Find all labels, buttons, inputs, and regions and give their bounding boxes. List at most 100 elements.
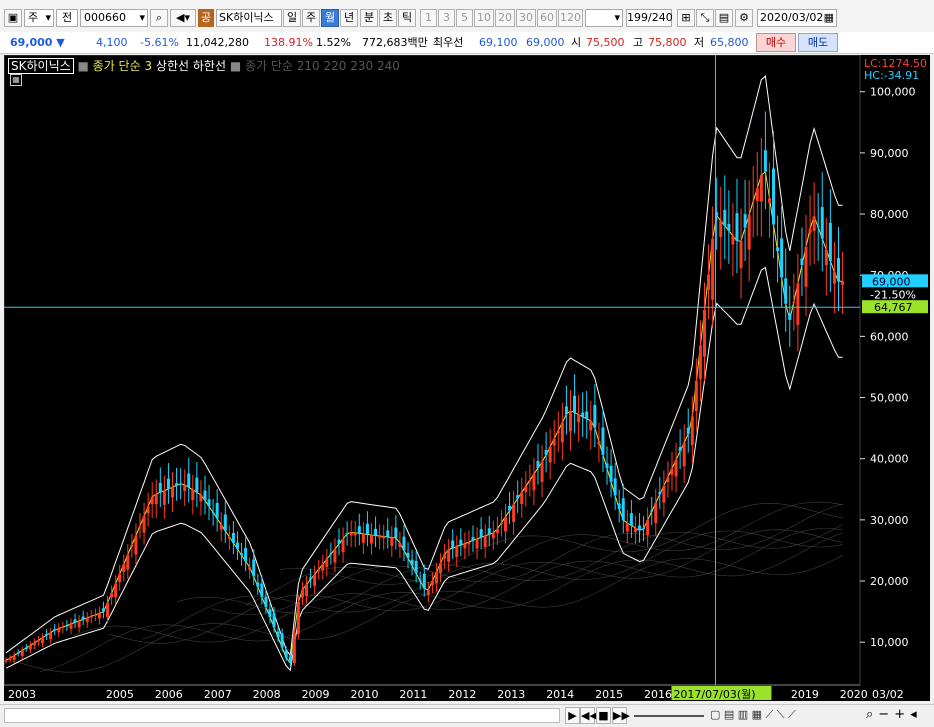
candle-body (122, 564, 126, 573)
zoom-slider[interactable] (634, 715, 704, 717)
sell-button[interactable]: 매도 (798, 33, 838, 52)
stop-icon[interactable]: ■ (596, 707, 611, 724)
candle-body (280, 633, 284, 648)
x-tick-label: 2020 (840, 688, 868, 701)
date-input[interactable]: 2020/03/02 ▦ (757, 9, 837, 27)
legend-lower: 하한선 (192, 59, 226, 73)
market-select[interactable]: 주 ▾ (24, 9, 54, 27)
interval-60-button[interactable]: 60 (537, 9, 557, 27)
chevron-down-icon: ▾ (139, 11, 145, 24)
candle-body (812, 216, 816, 232)
interval-3-button[interactable]: 3 (438, 9, 455, 27)
candle-body (89, 616, 93, 618)
candle-body (609, 465, 613, 482)
turnover-rate: 1.52% (316, 36, 351, 49)
period-minute-button[interactable]: 분 (360, 9, 378, 27)
down-arrow-icon: ▼ (56, 36, 65, 49)
candle-body (321, 564, 325, 571)
y-tick-label: 40,000 (870, 453, 909, 466)
price-chart[interactable]: 100,00090,00080,00070,00060,00050,00040,… (3, 54, 930, 701)
candle-body (475, 538, 479, 549)
period-year-button[interactable]: 년 (340, 9, 358, 27)
candle-body (487, 528, 491, 535)
interval-5-button[interactable]: 5 (456, 9, 473, 27)
period-month-button[interactable]: 월 (321, 9, 339, 27)
ma-line (40, 532, 843, 672)
candle-body (418, 580, 422, 582)
period-second-button[interactable]: 초 (379, 9, 397, 27)
view-tool-icons[interactable]: ▢ ▤ ▥ ▦ ⟋ ⟍ ⟋ (710, 708, 850, 723)
candle-body (256, 582, 260, 587)
prefix-box[interactable]: 전 (56, 9, 78, 27)
gong-badge[interactable]: 공 (198, 9, 214, 27)
y-tick-label: 10,000 (870, 636, 909, 649)
period-week-button[interactable]: 주 (302, 9, 320, 27)
candle-body (548, 446, 552, 463)
plus-icon[interactable]: + (894, 707, 910, 722)
interval-10-button[interactable]: 10 (474, 9, 494, 27)
candle-body (12, 655, 16, 661)
save-icon[interactable]: ▤ (715, 9, 733, 27)
market-value: 주 (28, 11, 39, 24)
stock-code-input[interactable]: 000660 ▾ (80, 9, 148, 27)
scroll-left-icon[interactable]: ▶ (565, 707, 580, 724)
candle-body (61, 626, 65, 629)
candle-body (658, 491, 662, 495)
data-count[interactable]: 199/240 (626, 9, 673, 27)
candle-body (690, 416, 694, 446)
minus-icon[interactable]: − (878, 707, 894, 722)
y-tick-label: 20,000 (870, 575, 909, 588)
candle-body (114, 583, 118, 598)
date-value: 2020/03/02 (760, 11, 824, 24)
candle-body (451, 540, 455, 549)
magnifier-icon[interactable]: ⌕ (866, 707, 878, 722)
best-bid-2: 69,000 (526, 36, 565, 49)
candle-body (406, 552, 410, 559)
candle-body (430, 580, 434, 586)
buy-button[interactable]: 매수 (756, 33, 796, 52)
gear-icon[interactable]: ⚙ (735, 9, 753, 27)
window-menu-icon[interactable]: ▣ (4, 9, 22, 27)
candle-body (158, 482, 162, 493)
candle-body (187, 473, 191, 488)
chart-area[interactable]: 100,00090,00080,00070,00060,00050,00040,… (3, 54, 930, 701)
candle-body (820, 207, 824, 239)
candle-body (751, 201, 755, 203)
move-left-icon[interactable]: ◂ (910, 707, 922, 722)
candle-body (585, 411, 589, 419)
candle-body (41, 637, 45, 644)
interval-1-button[interactable]: 1 (420, 9, 437, 27)
grid-tool-icon[interactable]: ⊞ (677, 9, 695, 27)
candle-body (365, 523, 369, 535)
draw-tool-icon[interactable]: ⤡ (696, 9, 714, 27)
candle-body (654, 502, 658, 524)
candle-body (642, 528, 646, 530)
candle-body (382, 536, 386, 539)
interval-select[interactable]: ▾ (585, 9, 623, 27)
period-tick-button[interactable]: 틱 (398, 9, 416, 27)
candle-body (215, 503, 219, 519)
zoom-controls[interactable]: ⌕−+◂ (866, 708, 926, 723)
horizontal-scrollbar[interactable] (4, 708, 560, 723)
interval-120-button[interactable]: 120 (558, 9, 583, 27)
candle-body (150, 496, 154, 505)
candle-body (77, 620, 81, 628)
speaker-icon[interactable]: ◀▾ (170, 9, 196, 27)
rewind-icon[interactable]: ◀◀ (580, 707, 598, 724)
candle-body (556, 430, 560, 433)
grid-table-icon[interactable]: ▦ (10, 74, 22, 86)
x-tick-label: 2014 (546, 688, 574, 701)
search-icon[interactable]: ⌕ (150, 9, 168, 27)
interval-30-button[interactable]: 30 (516, 9, 536, 27)
last-price-label: 69,000 (872, 275, 911, 288)
candle-body (252, 559, 256, 577)
candle-body (520, 492, 524, 504)
interval-20-button[interactable]: 20 (495, 9, 515, 27)
legend-dot-icon: ■ (77, 59, 89, 73)
candle-body (686, 427, 690, 434)
candle-body (837, 257, 841, 282)
y-tick-label: 100,000 (870, 86, 916, 99)
fast-forward-icon[interactable]: ▶▶ (612, 707, 630, 724)
candle-body (97, 613, 101, 619)
period-day-button[interactable]: 일 (283, 9, 301, 27)
